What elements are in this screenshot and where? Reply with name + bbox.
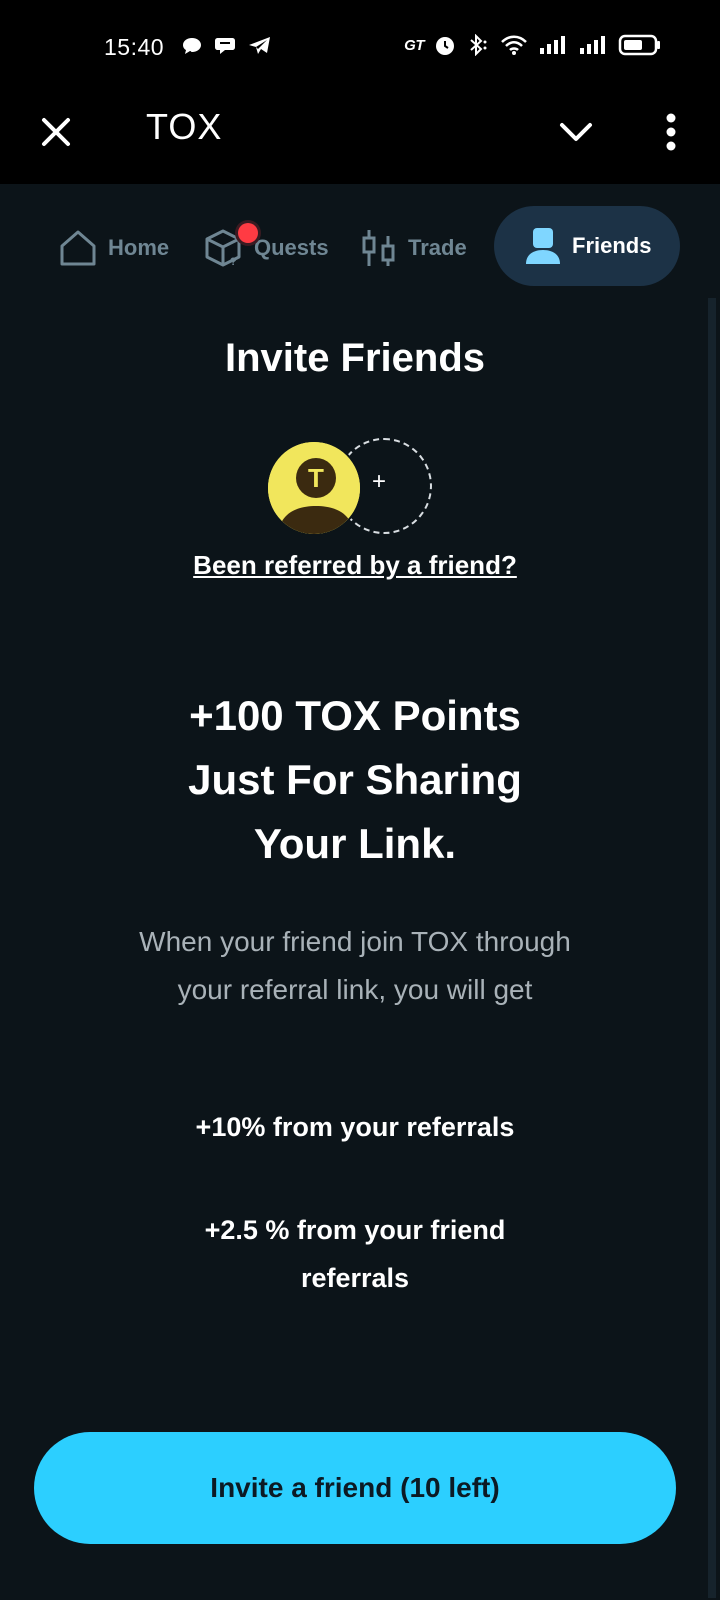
referral-description: When your friend join TOX through your r…	[139, 926, 571, 1005]
avatar-image: T	[268, 442, 360, 534]
quests-icon-wrap: ?	[202, 223, 258, 269]
signal-icon	[540, 36, 565, 54]
reward-direct-referrals: +10% from your referrals	[195, 1112, 515, 1142]
tab-friends-label: Friends	[572, 233, 652, 258]
close-icon	[42, 118, 70, 146]
tab-quests[interactable]: ? Quests	[202, 210, 329, 286]
tab-bar: Home ? Quests Trade Friends	[0, 204, 720, 290]
wifi-icon	[501, 35, 527, 55]
notification-dot	[238, 223, 258, 243]
scrollbar[interactable]	[708, 298, 716, 1598]
promo-line: +100 TOX Points	[189, 692, 521, 739]
telegram-icon	[249, 37, 270, 54]
tab-home-label: Home	[108, 235, 170, 260]
signal-icon	[580, 36, 605, 54]
tab-trade[interactable]: Trade	[360, 210, 467, 286]
collapse-button[interactable]	[556, 112, 596, 152]
user-icon	[526, 228, 560, 264]
message-icon	[215, 38, 235, 54]
tab-friends[interactable]: Friends	[494, 206, 680, 286]
promo-line: Just For Sharing	[188, 756, 522, 803]
home-icon	[60, 230, 96, 266]
app-bar: TOX	[0, 92, 720, 184]
bluetooth-icon	[470, 34, 487, 56]
more-options-button[interactable]	[656, 108, 686, 156]
avatar: T	[266, 440, 362, 536]
tab-home[interactable]: Home	[58, 210, 169, 286]
battery-icon	[618, 34, 660, 56]
promo-headline: +100 TOX Points Just For Sharing Your Li…	[0, 684, 710, 876]
avatar-group: + T	[266, 438, 436, 538]
gt-label: GT	[404, 36, 424, 54]
more-vertical-icon	[666, 113, 676, 151]
app-title: TOX	[146, 106, 223, 147]
promo-line: Your Link.	[253, 820, 457, 867]
page-title: Invite Friends	[224, 336, 486, 380]
status-time: 15:40	[104, 34, 165, 60]
invite-friend-button[interactable]: Invite a friend (10 left)	[34, 1432, 676, 1544]
been-referred-link[interactable]: Been referred by a friend?	[0, 550, 710, 581]
tab-trade-label: Trade	[408, 235, 467, 260]
plus-sign: +	[372, 468, 387, 495]
candlestick-icon	[362, 230, 395, 266]
chevron-down-icon	[560, 123, 592, 141]
chat-bubble-icon	[183, 38, 201, 54]
status-right-icons: GT	[404, 34, 662, 56]
status-left-icons	[182, 36, 272, 56]
alarm-icon	[436, 37, 454, 55]
close-button[interactable]	[36, 112, 76, 152]
tab-quests-label: Quests	[254, 235, 329, 260]
avatar-letter: T	[308, 463, 324, 493]
svg-text:?: ?	[230, 256, 237, 268]
status-bar: 15:40 GT	[0, 0, 720, 92]
reward-friend-referrals: +2.5 % from your friend referrals	[204, 1215, 506, 1293]
